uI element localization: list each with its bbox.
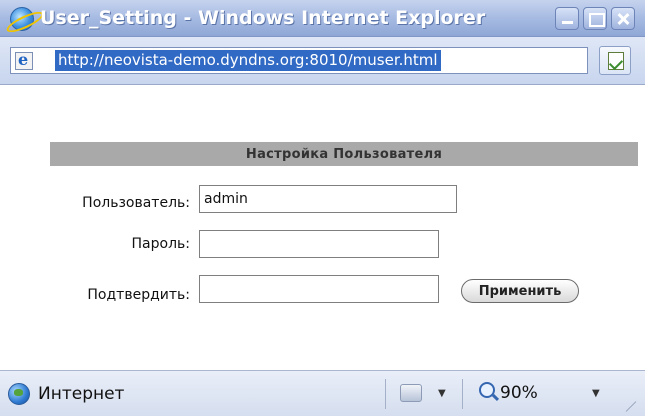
status-separator bbox=[462, 379, 463, 409]
confirm-input[interactable] bbox=[199, 275, 439, 303]
page-icon bbox=[15, 50, 33, 70]
close-button[interactable] bbox=[611, 7, 635, 30]
password-label: Пароль: bbox=[131, 236, 190, 252]
address-bar: http://neovista-demo.dyndns.org:8010/mus… bbox=[0, 37, 645, 85]
magnifier-icon[interactable] bbox=[479, 382, 495, 398]
zone-text: Интернет bbox=[38, 384, 125, 404]
status-separator bbox=[385, 379, 386, 409]
protected-mode-icon[interactable] bbox=[400, 384, 422, 402]
apply-button[interactable]: Применить bbox=[461, 279, 579, 303]
zoom-level[interactable]: 90% bbox=[500, 383, 538, 403]
password-input[interactable] bbox=[199, 230, 439, 258]
user-input[interactable] bbox=[199, 185, 457, 213]
status-bar: Интернет ▼ 90% ▼ bbox=[0, 370, 645, 416]
title-bar: User_Setting - Windows Internet Explorer bbox=[0, 0, 645, 37]
page-content: Настройка Пользователя Пользователь: Пар… bbox=[0, 86, 645, 370]
confirm-label: Подтвердить: bbox=[87, 287, 190, 303]
browser-window: User_Setting - Windows Internet Explorer… bbox=[0, 0, 645, 416]
globe-icon bbox=[8, 383, 30, 405]
address-field[interactable]: http://neovista-demo.dyndns.org:8010/mus… bbox=[10, 47, 588, 74]
internet-explorer-icon bbox=[10, 7, 34, 31]
url-text[interactable]: http://neovista-demo.dyndns.org:8010/mus… bbox=[55, 50, 441, 71]
chevron-down-icon[interactable]: ▼ bbox=[592, 388, 600, 399]
user-label: Пользователь: bbox=[82, 195, 190, 211]
compatibility-view-button[interactable] bbox=[599, 46, 631, 75]
chevron-down-icon[interactable]: ▼ bbox=[438, 388, 446, 399]
settings-header: Настройка Пользователя bbox=[50, 142, 638, 166]
minimize-button[interactable] bbox=[555, 7, 579, 30]
resize-grip[interactable] bbox=[622, 391, 640, 409]
window-title: User_Setting - Windows Internet Explorer bbox=[40, 7, 486, 29]
maximize-button[interactable] bbox=[583, 7, 607, 30]
